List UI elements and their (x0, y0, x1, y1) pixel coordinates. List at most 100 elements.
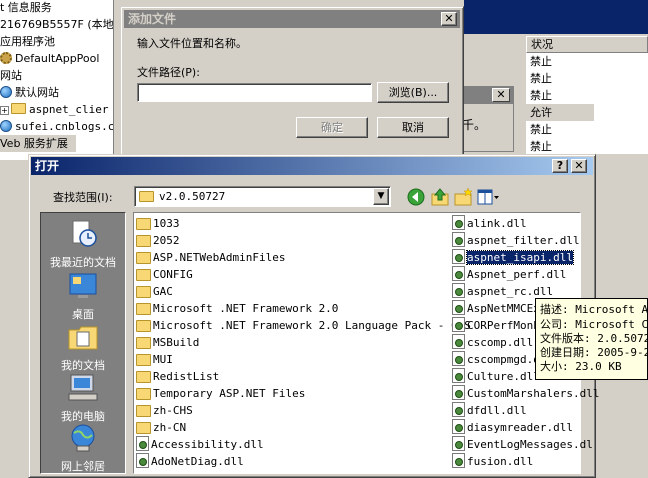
recent-documents-icon (72, 220, 97, 247)
folder-item[interactable]: Microsoft .NET Framework 2.0 (136, 300, 338, 317)
tree-item-sufei-site[interactable]: sufei.cnblogs.c (0, 118, 113, 135)
file-item[interactable]: cscomp.dll (452, 334, 533, 351)
new-folder-icon[interactable] (453, 187, 473, 207)
place-my-computer[interactable]: 我的电脑 (40, 373, 126, 424)
file-item[interactable]: dfdll.dll (452, 402, 527, 419)
dll-file-icon (136, 453, 149, 468)
tree-item-iis[interactable]: t 信息服务 (0, 0, 52, 16)
open-close-button[interactable]: ✕ (571, 159, 587, 173)
cancel-button[interactable]: 取消 (377, 117, 449, 138)
folder-item[interactable]: CONFIG (136, 266, 193, 283)
folder-icon (136, 218, 151, 230)
file-item[interactable]: CORPerfMonE (452, 317, 540, 334)
dll-file-icon (452, 368, 465, 383)
expand-icon[interactable]: + (0, 106, 9, 115)
file-item[interactable]: Aspnet_perf.dll (452, 266, 566, 283)
status-cell[interactable]: 禁止 (526, 87, 648, 104)
place-label: 我的文档 (61, 359, 105, 372)
dll-file-icon (452, 436, 465, 451)
background-dialog-text: 千。 (462, 118, 487, 132)
file-item[interactable]: Culture.dll (452, 368, 540, 385)
status-cell[interactable]: 禁止 (526, 70, 648, 87)
dll-file-icon (452, 300, 465, 315)
status-column-header[interactable]: 状况 (526, 36, 648, 53)
status-cell[interactable]: 禁止 (526, 121, 648, 138)
up-folder-icon[interactable] (430, 187, 450, 207)
folder-icon (136, 371, 151, 383)
file-item[interactable]: AspNetMMCEx (452, 300, 540, 317)
dll-file-icon (452, 283, 465, 298)
folder-item[interactable]: zh-CHS (136, 402, 193, 419)
folder-item[interactable]: GAC (136, 283, 173, 300)
folder-item[interactable]: Temporary ASP.NET Files (136, 385, 305, 402)
tree-item-aspnet-client[interactable]: + aspnet_clier (0, 101, 108, 118)
add-file-prompt: 输入文件位置和名称。 (137, 37, 247, 50)
dll-file-icon (452, 232, 465, 247)
help-button[interactable]: ? (552, 159, 568, 173)
tooltip-description: 描述: Microsoft AS (540, 303, 648, 316)
file-item[interactable]: AdoNetDiag.dll (136, 453, 244, 470)
view-menu-icon[interactable] (476, 187, 500, 207)
lookin-combobox[interactable]: v2.0.50727 (134, 186, 391, 207)
network-icon (71, 424, 95, 452)
tree-item-default-app-pool[interactable]: DefaultAppPool (0, 50, 99, 67)
website-icon (0, 120, 12, 132)
my-computer-icon (68, 374, 98, 401)
file-item[interactable]: alink.dll (452, 215, 527, 232)
folder-item[interactable]: ASP.NETWebAdminFiles (136, 249, 285, 266)
status-cell[interactable]: 允许 (526, 104, 594, 121)
file-item[interactable]: fusion.dll (452, 453, 533, 470)
folder-icon (136, 422, 151, 434)
folder-icon (136, 388, 151, 400)
back-icon[interactable] (406, 187, 426, 207)
dll-file-icon (452, 453, 465, 468)
website-icon (0, 86, 12, 98)
status-cell[interactable]: 禁止 (526, 138, 648, 155)
add-file-close-button[interactable]: ✕ (441, 12, 457, 26)
place-network[interactable]: 网上邻居 (40, 423, 126, 474)
folder-icon (136, 252, 151, 264)
iis-tree-pane: t 信息服务 216769B5557F (本地计 应用程序池 DefaultAp… (0, 0, 114, 160)
place-my-documents[interactable]: 我的文档 (40, 322, 126, 373)
file-item[interactable]: cscompmgd.dl (452, 351, 546, 368)
place-recent-documents[interactable]: 我最近的文档 (40, 219, 126, 270)
folder-item[interactable]: zh-CN (136, 419, 186, 436)
file-item[interactable]: aspnet_filter.dll (452, 232, 580, 249)
status-cell[interactable]: 禁止 (526, 53, 648, 70)
tree-item-websites[interactable]: 网站 (0, 67, 22, 84)
lookin-label: 查找范围(I): (53, 191, 113, 204)
tree-item-computer[interactable]: 216769B5557F (本地计 (0, 16, 113, 33)
tree-item-web-service-ext[interactable]: Veb 服务扩展 (0, 135, 76, 152)
ok-button[interactable]: 确定 (296, 117, 368, 138)
file-item[interactable]: Accessibility.dll (136, 436, 264, 453)
browse-button[interactable]: 浏览(B)... (377, 82, 449, 103)
place-desktop[interactable]: 桌面 (40, 271, 126, 322)
dll-file-icon (452, 215, 465, 230)
my-documents-icon (68, 326, 98, 350)
folder-item[interactable]: MUI (136, 351, 173, 368)
file-item-selected[interactable]: aspnet_isapi.dll (452, 249, 574, 266)
folder-item[interactable]: 2052 (136, 232, 180, 249)
dll-file-icon (452, 249, 465, 264)
folder-item[interactable]: Microsoft .NET Framework 2.0 Language Pa… (136, 317, 471, 334)
folder-icon (11, 103, 26, 114)
folder-icon (139, 191, 154, 202)
folder-item[interactable]: 1033 (136, 215, 180, 232)
add-file-dialog-title: 添加文件 (124, 10, 460, 28)
file-path-input[interactable] (137, 83, 372, 102)
tree-item-app-pools[interactable]: 应用程序池 (0, 33, 55, 50)
file-item[interactable]: EventLogMessages.dl (452, 436, 593, 453)
background-close-button[interactable]: ✕ (492, 88, 510, 102)
folder-item[interactable]: RedistList (136, 368, 219, 385)
tree-item-default-site[interactable]: 默认网站 (0, 84, 59, 101)
folder-icon (136, 269, 151, 281)
folder-icon (136, 337, 151, 349)
file-item[interactable]: diasymreader.dll (452, 419, 573, 436)
folder-icon (136, 405, 151, 417)
folder-item[interactable]: MSBuild (136, 334, 199, 351)
folder-icon (136, 354, 151, 366)
dll-file-icon (452, 334, 465, 349)
file-item[interactable]: CustomMarshalers.dll (452, 385, 599, 402)
desktop-icon (69, 273, 97, 298)
chevron-down-icon[interactable]: ▼ (373, 188, 389, 205)
